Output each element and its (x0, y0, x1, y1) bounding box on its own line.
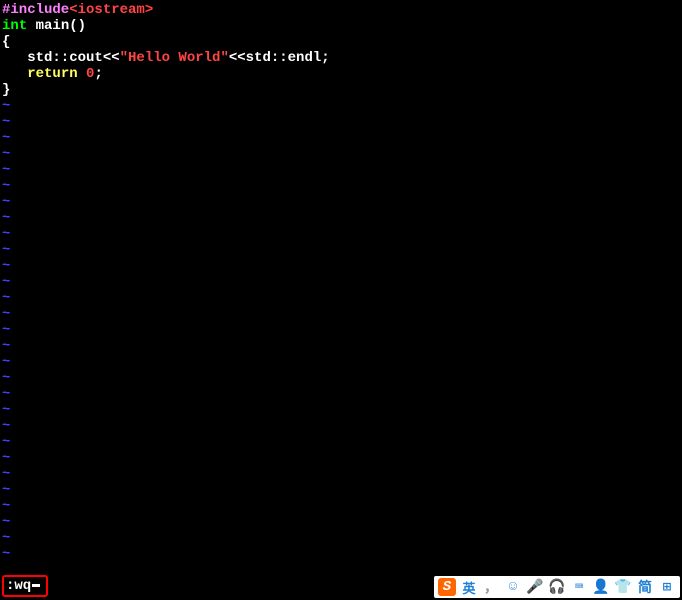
ime-punctuation-icon[interactable]: ， (482, 578, 500, 596)
mic-icon[interactable]: 🎤 (526, 578, 544, 596)
code-line-6: } (2, 82, 682, 98)
empty-line: ~ (2, 194, 682, 210)
code-line-4: std::cout<<"Hello World"<<std::endl; (2, 50, 682, 66)
ime-language-toggle[interactable]: 英 (460, 578, 478, 596)
empty-line: ~ (2, 514, 682, 530)
empty-line: ~ (2, 306, 682, 322)
empty-line: ~ (2, 226, 682, 242)
empty-line: ~ (2, 178, 682, 194)
vim-editor[interactable]: #include<iostream> int main() { std::cou… (0, 0, 682, 572)
ime-toolbar[interactable]: S 英 ， ☺ 🎤 🎧 ⌨ 👤 👕 简 ⊞ (434, 576, 680, 598)
empty-line: ~ (2, 418, 682, 434)
empty-line: ~ (2, 402, 682, 418)
cursor-icon (32, 584, 40, 587)
empty-line: ~ (2, 274, 682, 290)
empty-line: ~ (2, 162, 682, 178)
command-text: :wq (6, 578, 31, 594)
empty-line: ~ (2, 466, 682, 482)
emoji-icon[interactable]: ☺ (504, 578, 522, 596)
empty-line: ~ (2, 114, 682, 130)
code-line-1: #include<iostream> (2, 2, 682, 18)
empty-line: ~ (2, 434, 682, 450)
sogou-logo-icon[interactable]: S (438, 578, 456, 596)
empty-line: ~ (2, 386, 682, 402)
empty-line: ~ (2, 338, 682, 354)
code-line-3: { (2, 34, 682, 50)
person-icon[interactable]: 👤 (592, 578, 610, 596)
empty-line: ~ (2, 498, 682, 514)
empty-line: ~ (2, 242, 682, 258)
empty-line: ~ (2, 258, 682, 274)
empty-line: ~ (2, 98, 682, 114)
code-line-5: return 0; (2, 66, 682, 82)
code-line-2: int main() (2, 18, 682, 34)
empty-line: ~ (2, 370, 682, 386)
headphones-icon[interactable]: 🎧 (548, 578, 566, 596)
simplified-toggle[interactable]: 简 (636, 578, 654, 596)
empty-line: ~ (2, 482, 682, 498)
empty-line: ~ (2, 530, 682, 546)
empty-line: ~ (2, 146, 682, 162)
empty-line: ~ (2, 322, 682, 338)
empty-line: ~ (2, 210, 682, 226)
toolbox-icon[interactable]: ⊞ (658, 578, 676, 596)
empty-line: ~ (2, 354, 682, 370)
empty-line: ~ (2, 546, 682, 562)
command-highlight-box: :wq (2, 575, 48, 597)
empty-line: ~ (2, 290, 682, 306)
keyboard-icon[interactable]: ⌨ (570, 578, 588, 596)
empty-line: ~ (2, 450, 682, 466)
skin-icon[interactable]: 👕 (614, 578, 632, 596)
empty-line: ~ (2, 130, 682, 146)
